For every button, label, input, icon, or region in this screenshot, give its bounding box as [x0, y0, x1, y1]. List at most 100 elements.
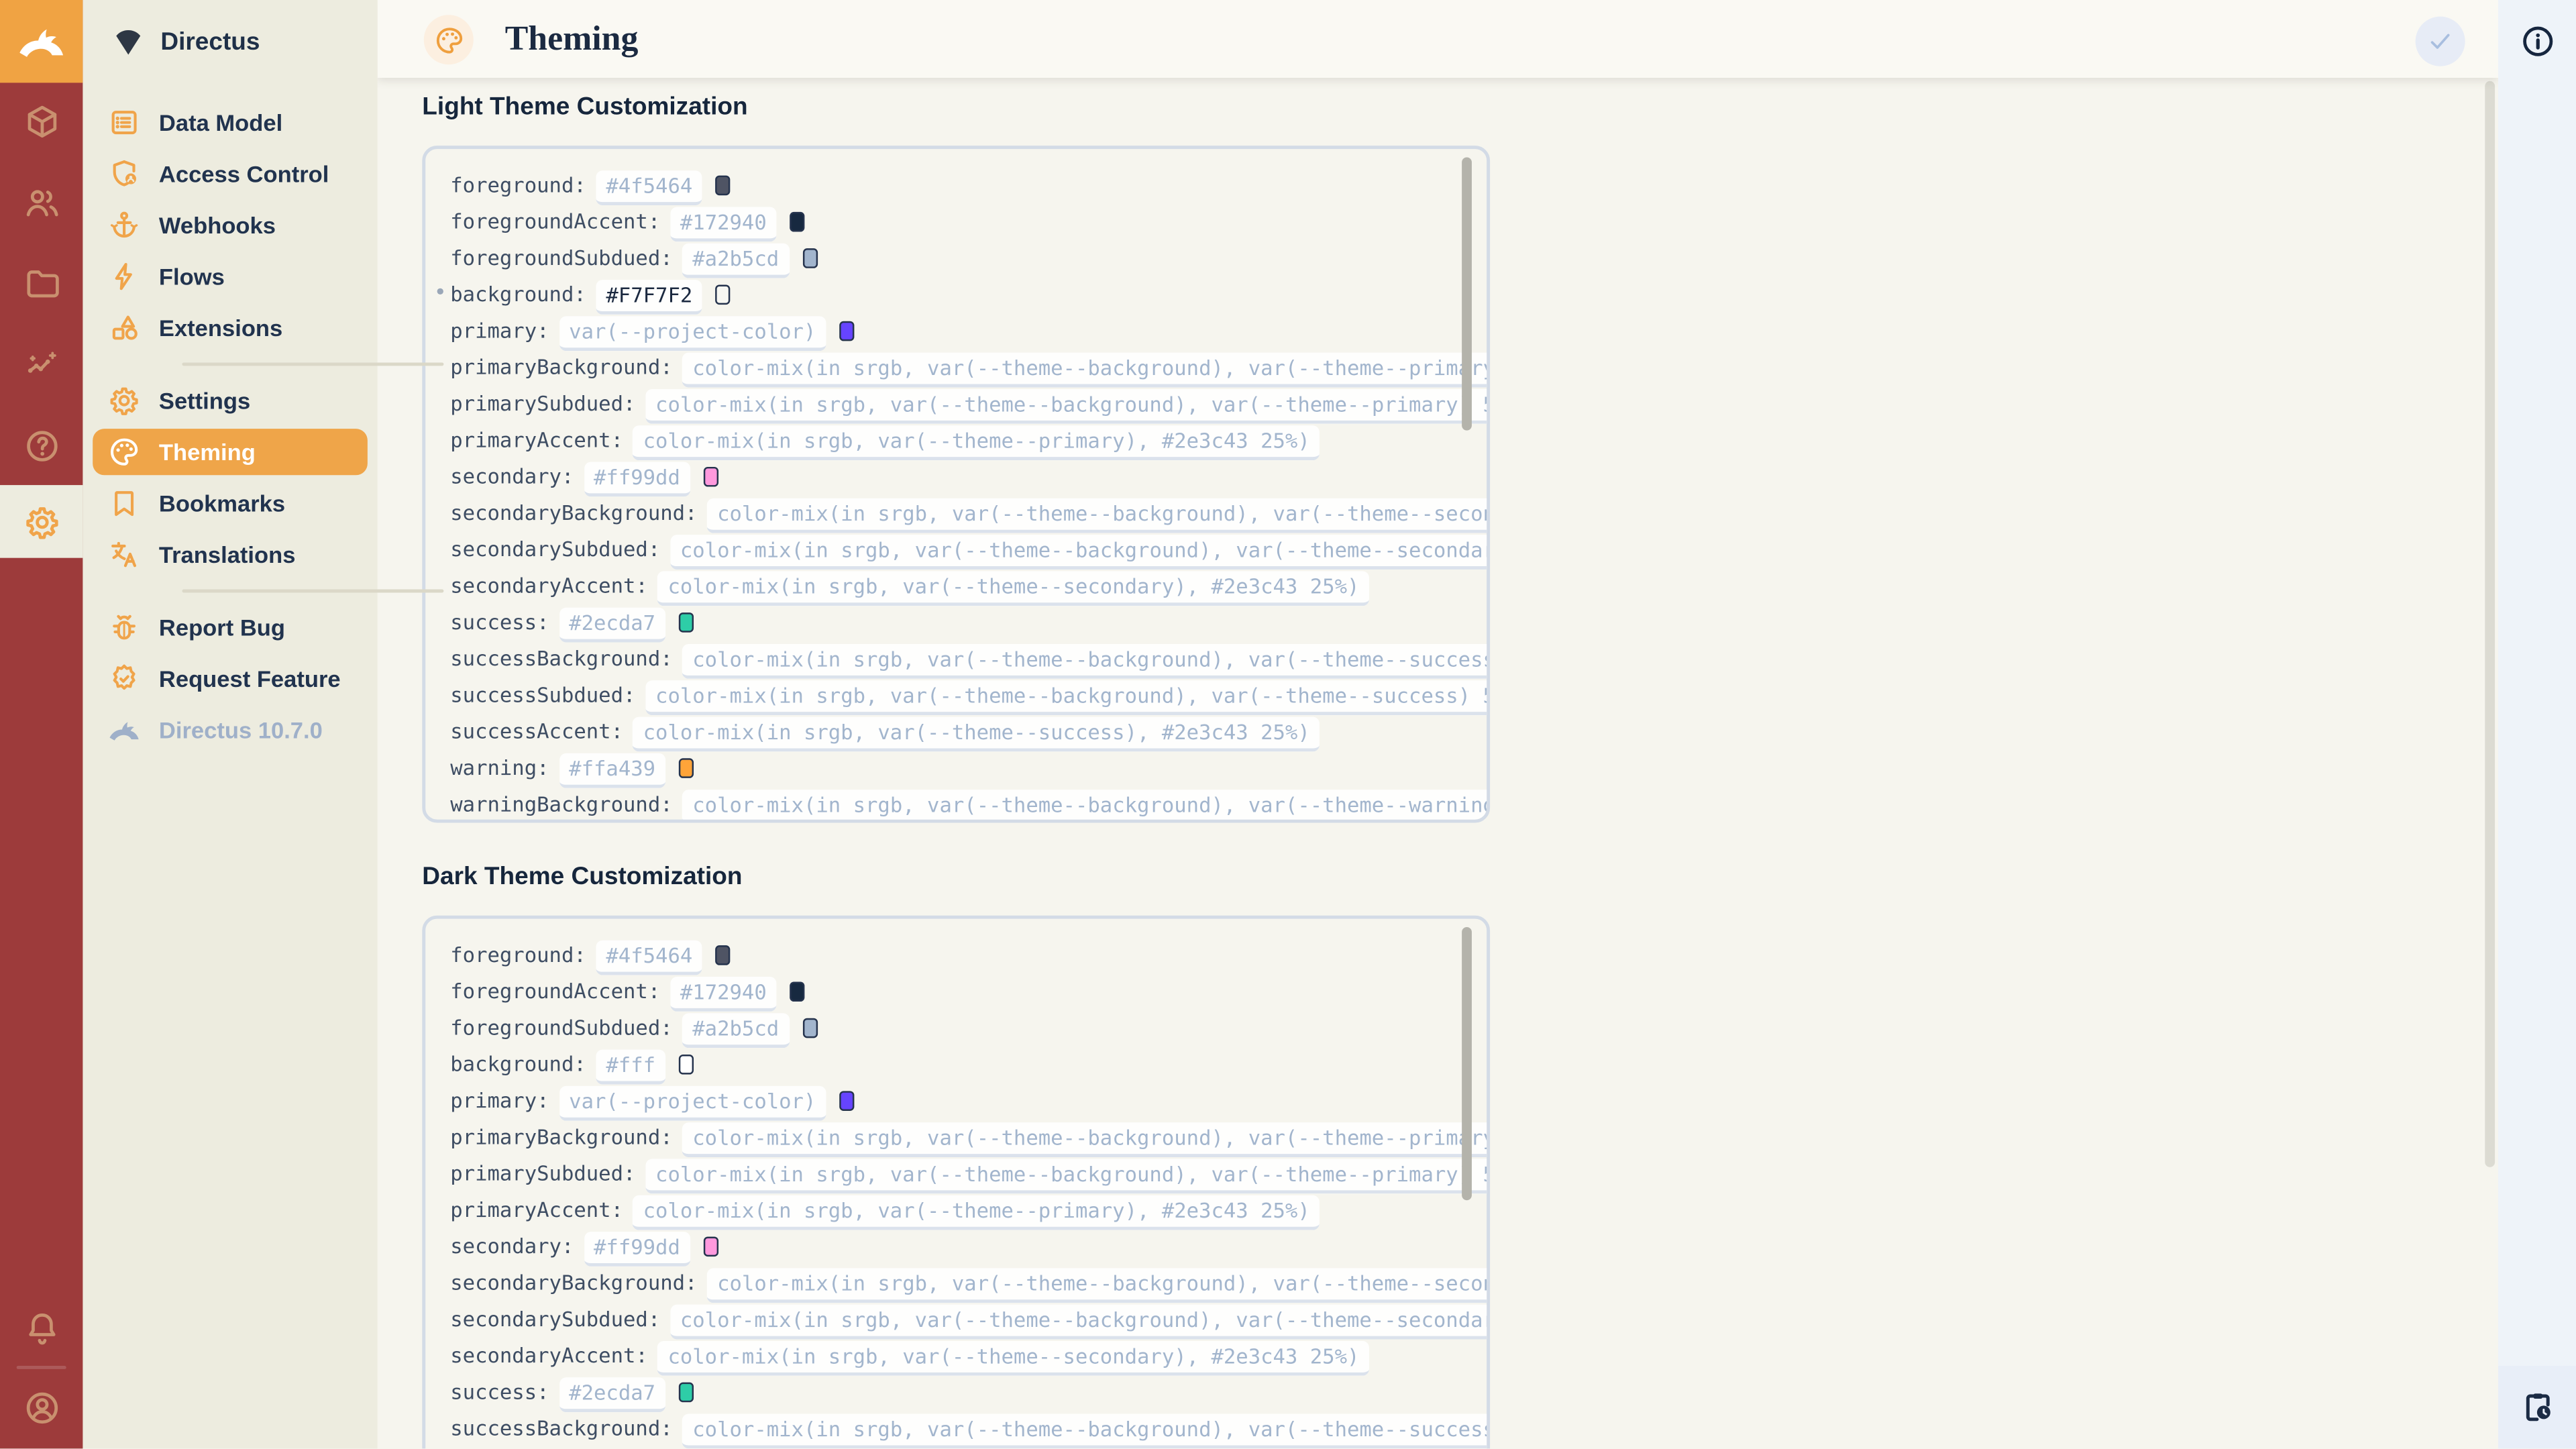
color-swatch[interactable]	[679, 612, 694, 633]
module-notifications[interactable]	[0, 1291, 83, 1364]
rule-value[interactable]: #ff99dd	[584, 1231, 690, 1266]
code-scrollbar[interactable]	[1462, 927, 1472, 1200]
rule-value[interactable]: color-mix(in srgb, var(--theme--backgrou…	[670, 534, 1490, 569]
page-scrollbar[interactable]	[2485, 81, 2495, 1167]
revisions-button[interactable]	[2498, 1366, 2576, 1449]
color-swatch[interactable]	[839, 1091, 854, 1111]
rule-value[interactable]: #fff	[596, 1049, 665, 1083]
theme-rule: primary:var(--project-color)	[450, 313, 1487, 349]
theme-rule: secondaryBackground: color-mix(in srgb, v…	[450, 1265, 1487, 1301]
help-icon	[22, 426, 60, 464]
rule-value[interactable]: #a2b5cd	[682, 243, 788, 278]
color-swatch[interactable]	[790, 212, 804, 232]
rule-value[interactable]: #a2b5cd	[682, 1012, 788, 1047]
color-swatch[interactable]	[716, 945, 731, 965]
sidebar-item-flows[interactable]: Flows	[93, 254, 368, 300]
color-swatch[interactable]	[703, 467, 718, 487]
rule-property: secondary:	[450, 464, 574, 488]
project-chooser[interactable]: Directus	[83, 17, 377, 66]
gear-icon	[107, 384, 140, 417]
rule-value[interactable]: var(--project-color)	[559, 1085, 826, 1120]
page-header: Theming	[378, 0, 2498, 78]
sidebar-item-translations[interactable]: Translations	[93, 531, 368, 578]
color-swatch[interactable]	[679, 758, 694, 778]
module-content[interactable]	[0, 85, 83, 158]
sidebar-item-data-model[interactable]: Data Model	[93, 99, 368, 146]
color-swatch[interactable]	[716, 176, 731, 196]
module-files[interactable]	[0, 247, 83, 320]
rule-value[interactable]: #2ecda7	[559, 1377, 665, 1411]
right-sidebar	[2498, 0, 2576, 1449]
color-swatch[interactable]	[802, 248, 817, 268]
sidebar-item-settings[interactable]: Settings	[93, 378, 368, 424]
info-button[interactable]	[2516, 20, 2559, 63]
rule-property: secondarySubdued:	[450, 537, 660, 561]
rule-value[interactable]: color-mix(in srgb, var(--theme--backgrou…	[682, 1413, 1490, 1448]
rule-value[interactable]: color-mix(in srgb, var(--theme--backgrou…	[707, 498, 1490, 533]
color-swatch[interactable]	[790, 981, 804, 1002]
rule-value[interactable]: #ff99dd	[584, 461, 690, 496]
color-swatch[interactable]	[679, 1383, 694, 1403]
sidebar-item-label: Report Bug	[159, 614, 285, 641]
theme-rule: secondaryBackground:color-mix(in srgb, v…	[450, 495, 1487, 531]
rule-value[interactable]: color-mix(in srgb, var(--theme--backgrou…	[682, 1122, 1490, 1157]
rule-value[interactable]: color-mix(in srgb, var(--theme--secondar…	[658, 570, 1370, 605]
rule-value[interactable]: color-mix(in srgb, var(--theme--backgrou…	[645, 388, 1490, 423]
rule-value[interactable]: color-mix(in srgb, var(--theme--secondar…	[658, 1340, 1370, 1375]
light-theme-editor[interactable]: foreground:#4f5464foregroundAccent:#1729…	[422, 146, 1490, 822]
main-content: Light Theme Customization foreground:#4f…	[378, 78, 2498, 1449]
rule-value[interactable]: color-mix(in srgb, var(--theme--backgrou…	[682, 352, 1490, 386]
gear-icon	[22, 502, 60, 541]
color-swatch[interactable]	[802, 1018, 817, 1038]
rule-value[interactable]: color-mix(in srgb, var(--theme--backgrou…	[707, 1267, 1490, 1302]
rule-value[interactable]: var(--project-color)	[559, 315, 826, 350]
nav-divider	[182, 362, 443, 366]
rule-value[interactable]: color-mix(in srgb, var(--theme--primary)…	[633, 425, 1320, 460]
module-insights[interactable]	[0, 328, 83, 401]
rule-property: foregroundAccent:	[450, 209, 660, 233]
rule-value[interactable]: color-mix(in srgb, var(--theme--backgrou…	[645, 1158, 1490, 1193]
color-swatch[interactable]	[839, 321, 854, 341]
theme-rule: primaryBackground:color-mix(in srgb, var…	[450, 1119, 1487, 1155]
theme-rule: warning: #ffa439	[450, 750, 1487, 786]
rule-value[interactable]: #172940	[670, 976, 776, 1011]
sidebar-item-access-control[interactable]: Access Control	[93, 151, 368, 197]
sidebar-item-theming[interactable]: Theming	[93, 429, 368, 475]
rule-property: success:	[450, 1379, 549, 1404]
rule-value[interactable]: #2ecda7	[559, 606, 665, 641]
bookmark-icon	[107, 487, 140, 520]
rule-property: warning:	[450, 755, 549, 780]
rule-value[interactable]: #4f5464	[596, 940, 702, 975]
rule-property: secondaryBackground:	[450, 1270, 697, 1295]
palette-icon	[107, 435, 140, 468]
rule-value[interactable]: #4f5464	[596, 170, 702, 205]
rule-value[interactable]: #F7F7F2	[596, 279, 702, 314]
directus-logo-button[interactable]	[0, 0, 83, 83]
save-button[interactable]	[2416, 17, 2465, 66]
rule-value[interactable]: #ffa439	[559, 753, 665, 788]
dark-theme-editor[interactable]: foreground:#4f5464foregroundAccent:#1729…	[422, 916, 1490, 1449]
sidebar-item-bookmarks[interactable]: Bookmarks	[93, 480, 368, 527]
code-scrollbar[interactable]	[1462, 157, 1472, 430]
rule-value[interactable]: color-mix(in srgb, var(--theme--success)…	[633, 716, 1320, 751]
rule-value[interactable]: color-mix(in srgb, var(--theme--primary)…	[633, 1195, 1320, 1230]
sidebar-item-request-feature[interactable]: Request Feature	[93, 655, 368, 702]
color-swatch[interactable]	[679, 1055, 694, 1075]
page-title: Theming	[505, 0, 639, 78]
rule-value[interactable]: color-mix(in srgb, var(--theme--backgrou…	[682, 789, 1490, 823]
sidebar-item-extensions[interactable]: Extensions	[93, 305, 368, 351]
color-swatch[interactable]	[703, 1236, 718, 1256]
rule-value[interactable]: color-mix(in srgb, var(--theme--backgrou…	[645, 680, 1490, 714]
color-swatch[interactable]	[716, 284, 731, 305]
sidebar-item-webhooks[interactable]: Webhooks	[93, 202, 368, 248]
rule-value[interactable]: color-mix(in srgb, var(--theme--backgrou…	[670, 1303, 1490, 1338]
rule-value[interactable]: color-mix(in srgb, var(--theme--backgrou…	[682, 643, 1490, 678]
module-settings[interactable]	[0, 485, 83, 558]
module-docs[interactable]	[0, 409, 83, 482]
theme-rule: foregroundSubdued:#a2b5cd	[450, 240, 1487, 276]
check-icon	[2425, 26, 2455, 56]
module-users[interactable]	[0, 166, 83, 239]
rule-value[interactable]: #172940	[670, 206, 776, 241]
sidebar-item-report-bug[interactable]: Report Bug	[93, 604, 368, 651]
module-account[interactable]	[0, 1371, 83, 1444]
